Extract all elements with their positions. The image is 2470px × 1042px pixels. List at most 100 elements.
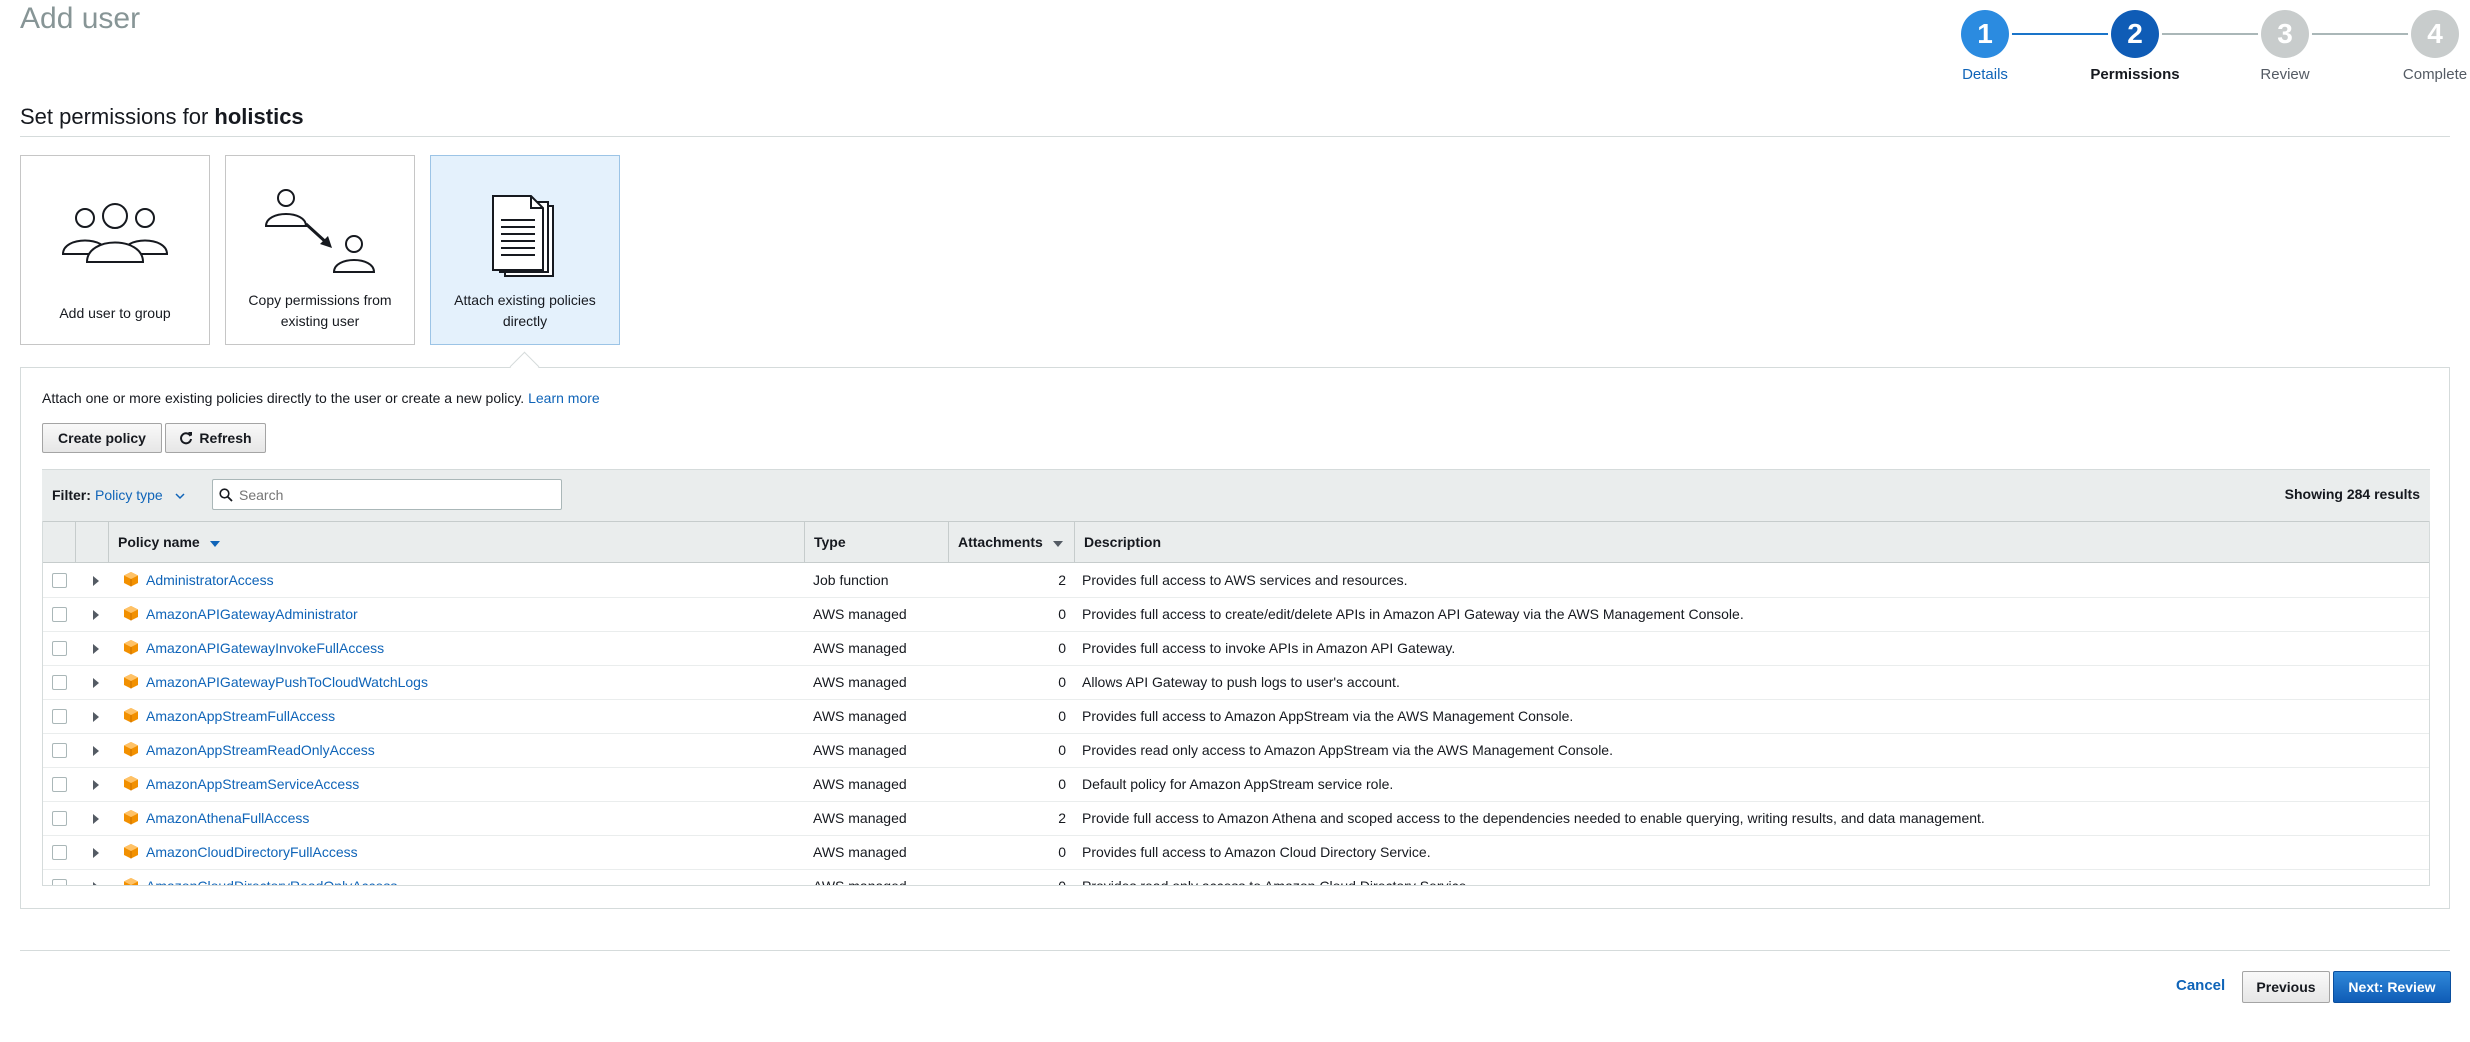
policies-panel: Attach one or more existing policies dir… <box>20 367 2450 909</box>
column-description[interactable]: Description <box>1074 522 2429 562</box>
policy-name-link[interactable]: AmazonAppStreamServiceAccess <box>146 767 359 801</box>
policy-description: Provides full access to AWS services and… <box>1082 572 1408 588</box>
policy-icon <box>124 878 138 885</box>
policy-description: Allows API Gateway to push logs to user'… <box>1082 674 1400 690</box>
wizard-stepper: 1 Details 2 Permissions 3 Review 4 Compl… <box>1925 10 2467 90</box>
sort-descending-icon <box>1052 541 1063 547</box>
policy-icon <box>124 708 138 723</box>
expand-row-icon[interactable] <box>93 712 99 722</box>
row-checkbox[interactable] <box>52 811 67 826</box>
expand-row-icon[interactable] <box>93 848 99 858</box>
row-checkbox[interactable] <box>52 675 67 690</box>
policy-type: AWS managed <box>813 606 907 622</box>
row-checkbox[interactable] <box>52 709 67 724</box>
table-row[interactable]: AmazonCloudDirectoryReadOnlyAccess AWS ma… <box>43 869 2429 886</box>
policy-description: Default policy for Amazon AppStream serv… <box>1082 776 1394 792</box>
table-row[interactable]: AmazonAPIGatewayAdministrator AWS managed… <box>43 597 2429 632</box>
option-label-line: Copy permissions from <box>248 292 392 308</box>
policy-name-link[interactable]: AmazonAthenaFullAccess <box>146 801 309 835</box>
option-label-line: Attach existing policies <box>454 292 596 308</box>
policy-name-link[interactable]: AmazonAPIGatewayPushToCloudWatchLogs <box>146 665 428 699</box>
table-row[interactable]: AmazonAthenaFullAccess AWS managed 2 Provid… <box>43 801 2429 836</box>
chevron-down-icon <box>175 493 185 500</box>
previous-button[interactable]: Previous <box>2242 971 2330 1003</box>
policy-type: AWS managed <box>813 742 907 758</box>
policy-attachments: 0 <box>1058 708 1066 724</box>
next-review-button[interactable]: Next: Review <box>2333 971 2451 1003</box>
policy-type-filter[interactable]: Policy type <box>95 487 185 503</box>
row-checkbox[interactable] <box>52 641 67 656</box>
refresh-label: Refresh <box>199 430 252 446</box>
filter-label: Filter: <box>52 487 91 503</box>
policy-icon <box>124 844 138 859</box>
add-user-to-group-option[interactable]: Add user to group <box>20 155 210 345</box>
expand-column <box>75 522 108 562</box>
expand-row-icon[interactable] <box>93 746 99 756</box>
column-policy-name[interactable]: Policy name <box>108 522 804 562</box>
option-label: Attach existing policies directly <box>431 290 619 332</box>
table-row[interactable]: AmazonAppStreamFullAccess AWS managed 0 Pro… <box>43 699 2429 734</box>
step-label: Review <box>2260 66 2310 83</box>
policy-type: AWS managed <box>813 810 907 826</box>
expand-row-icon[interactable] <box>93 610 99 620</box>
row-checkbox[interactable] <box>52 777 67 792</box>
step-details[interactable]: 1 Details <box>1925 10 2045 83</box>
policy-description: Provide full access to Amazon Athena and… <box>1082 810 1985 826</box>
expand-row-icon[interactable] <box>93 882 99 885</box>
column-type[interactable]: Type <box>804 522 948 562</box>
policy-name-link[interactable]: AmazonCloudDirectoryFullAccess <box>146 835 358 869</box>
policy-icon <box>124 674 138 689</box>
option-label-line: existing user <box>280 313 360 329</box>
column-attachments[interactable]: Attachments <box>948 522 1074 562</box>
policy-attachments: 0 <box>1058 844 1066 860</box>
policies-table: Policy name Type Attachments Description… <box>42 521 2430 886</box>
learn-more-link[interactable]: Learn more <box>528 390 600 406</box>
policy-name-link[interactable]: AmazonAPIGatewayAdministrator <box>146 597 358 631</box>
policy-icon <box>124 776 138 791</box>
copy-permissions-icon <box>264 189 376 273</box>
refresh-button[interactable]: Refresh <box>165 423 266 453</box>
table-row[interactable]: AmazonAPIGatewayPushToCloudWatchLogs AWS … <box>43 665 2429 700</box>
row-checkbox[interactable] <box>52 607 67 622</box>
policy-name-link[interactable]: AdministratorAccess <box>146 563 274 597</box>
table-row[interactable]: AdministratorAccess Job function 2 Provides… <box>43 563 2429 598</box>
user-group-icon <box>61 203 169 263</box>
search-input[interactable] <box>237 483 556 507</box>
table-row[interactable]: AmazonAppStreamReadOnlyAccess AWS managed… <box>43 733 2429 768</box>
policy-type: AWS managed <box>813 878 907 886</box>
expand-row-icon[interactable] <box>93 678 99 688</box>
intro-text: Attach one or more existing policies dir… <box>42 390 525 406</box>
refresh-icon <box>180 432 193 445</box>
footer-divider <box>20 950 2450 951</box>
expand-row-icon[interactable] <box>93 644 99 654</box>
search-icon <box>219 488 233 502</box>
expand-row-icon[interactable] <box>93 814 99 824</box>
policy-attachments: 0 <box>1058 776 1066 792</box>
table-row[interactable]: AmazonCloudDirectoryFullAccess AWS manage… <box>43 835 2429 870</box>
filter-bar: Filter: Policy type Showing 284 results <box>42 469 2430 522</box>
expand-row-icon[interactable] <box>93 780 99 790</box>
search-field[interactable] <box>212 479 562 510</box>
divider <box>20 136 2450 137</box>
results-count: Showing 284 results <box>2284 486 2420 502</box>
policy-attachments: 0 <box>1058 674 1066 690</box>
row-checkbox[interactable] <box>52 743 67 758</box>
column-label: Attachments <box>958 534 1043 550</box>
attach-policies-option[interactable]: Attach existing policies directly <box>430 155 620 345</box>
cancel-link[interactable]: Cancel <box>2176 977 2225 994</box>
copy-permissions-option[interactable]: Copy permissions from existing user <box>225 155 415 345</box>
table-row[interactable]: AmazonAPIGatewayInvokeFullAccess AWS mana… <box>43 631 2429 666</box>
table-row[interactable]: AmazonAppStreamServiceAccess AWS managed 0… <box>43 767 2429 802</box>
policy-name-link[interactable]: AmazonAPIGatewayInvokeFullAccess <box>146 631 384 665</box>
create-policy-button[interactable]: Create policy <box>42 423 162 453</box>
policy-description: Provides read only access to Amazon AppS… <box>1082 742 1613 758</box>
row-checkbox[interactable] <box>52 879 67 885</box>
section-username: holistics <box>214 104 304 129</box>
row-checkbox[interactable] <box>52 573 67 588</box>
policy-name-link[interactable]: AmazonAppStreamReadOnlyAccess <box>146 733 375 767</box>
expand-row-icon[interactable] <box>93 576 99 586</box>
policy-name-link[interactable]: AmazonCloudDirectoryReadOnlyAccess <box>146 869 397 885</box>
policy-name-link[interactable]: AmazonAppStreamFullAccess <box>146 699 335 733</box>
row-checkbox[interactable] <box>52 845 67 860</box>
policy-type-filter-label: Policy type <box>95 487 163 503</box>
